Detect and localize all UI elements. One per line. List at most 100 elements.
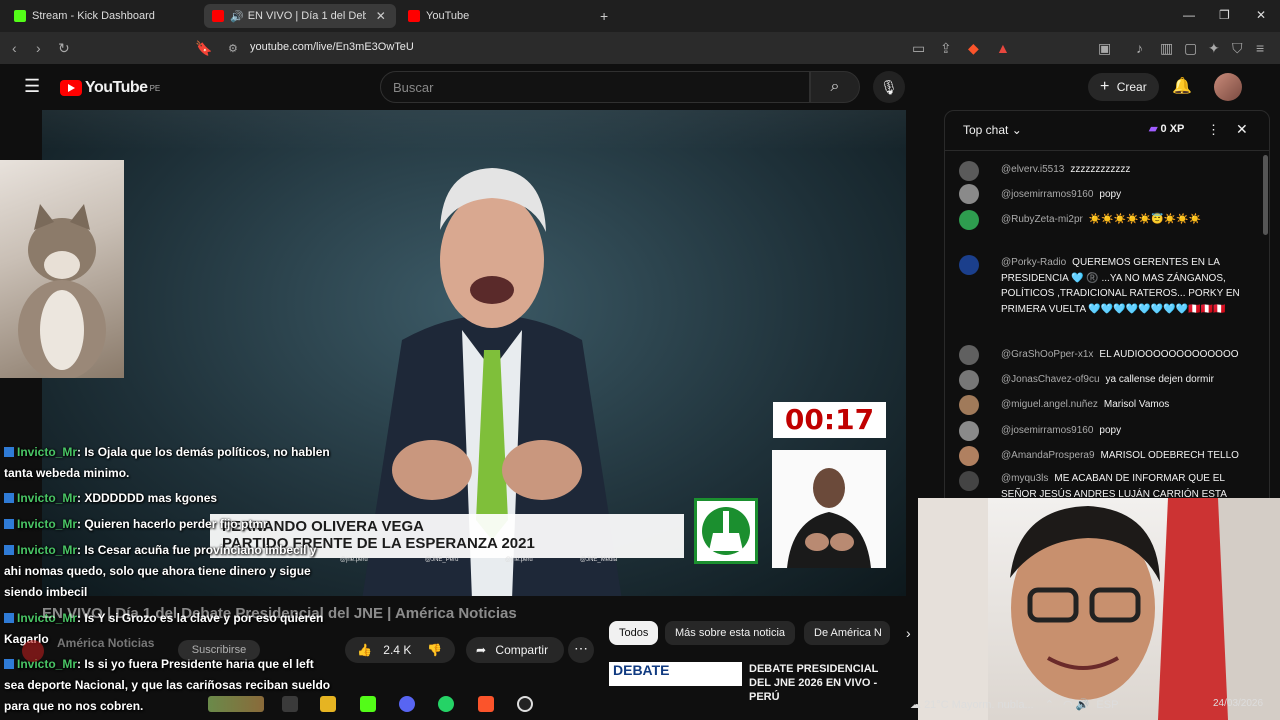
avatar — [959, 345, 979, 365]
voice-search-button[interactable]: 🎙 — [873, 71, 905, 103]
sign-language-interpreter — [772, 450, 886, 568]
taskbar-clock[interactable]: 24/03/2026 — [1213, 698, 1263, 709]
party-logo — [694, 498, 758, 564]
notifications-bell-icon[interactable]: 🔔 — [1172, 76, 1192, 96]
video-title: EN VIVO | Día 1 del Debate Presidencial … — [42, 605, 517, 622]
chip-more-news[interactable]: Más sobre esta noticia — [665, 621, 796, 645]
wifi-icon[interactable]: ◠ — [1063, 699, 1073, 711]
avatar[interactable] — [1214, 73, 1242, 101]
kick-app-icon[interactable] — [360, 696, 376, 712]
handle-youtube: @JNE_Media — [580, 557, 618, 563]
menu-icon[interactable]: ≡ — [1256, 40, 1264, 56]
task-view-icon[interactable] — [282, 696, 298, 712]
vpn-icon[interactable]: ⛉ — [1232, 40, 1243, 57]
hamburger-menu-icon[interactable]: ☰ — [24, 76, 40, 97]
share-label: Compartir — [495, 643, 549, 657]
tab-kick-dashboard[interactable]: Stream - Kick Dashboard — [6, 4, 202, 28]
chat-author[interactable]: @RubyZeta-mi2pr — [1001, 214, 1083, 225]
ai-icon[interactable]: ✦ — [1208, 40, 1220, 57]
share-page-icon[interactable]: ⇪ — [940, 40, 952, 57]
close-window-icon[interactable]: ✕ — [1256, 8, 1266, 22]
channel-avatar[interactable] — [22, 640, 44, 662]
avatar — [959, 210, 979, 230]
search-button[interactable]: ⌕ — [810, 71, 860, 103]
whatsapp-icon[interactable] — [438, 696, 454, 712]
chat-author[interactable]: @AmandaProspera9 — [1001, 450, 1095, 461]
chat-username: Invicto_Mr — [17, 445, 78, 459]
close-tab-icon[interactable]: ✕ — [376, 9, 386, 23]
new-tab-icon[interactable]: + — [600, 8, 608, 24]
tab-youtube-live[interactable]: 🔊 EN VIVO | Día 1 del Deba ✕ — [204, 4, 396, 28]
restore-icon[interactable]: ❐ — [1219, 8, 1230, 22]
audio-playing-icon[interactable]: 🔊 — [230, 10, 244, 23]
microphone-icon: 🎙 — [880, 79, 898, 95]
extension-icon[interactable]: ▣ — [1098, 40, 1111, 57]
file-explorer-icon[interactable] — [320, 696, 336, 712]
chat-mode-dropdown[interactable]: Top chat ⌄ — [963, 123, 1022, 137]
thumbs-up-icon: 👍 — [357, 643, 372, 657]
channel-name[interactable]: América Noticias — [57, 636, 154, 650]
back-icon[interactable]: ‹ — [12, 40, 17, 56]
more-actions-button[interactable]: ⋯ — [568, 637, 594, 663]
brave-browser-icon[interactable] — [478, 696, 494, 712]
share-button[interactable]: ➦ Compartir — [466, 637, 564, 663]
url-field[interactable]: youtube.com/live/En3mE3OwTeU — [250, 41, 414, 53]
chat-scrollbar[interactable] — [1263, 155, 1268, 235]
moderator-badge-icon — [4, 659, 14, 669]
chevron-right-icon[interactable]: › — [906, 625, 911, 641]
tray-chevron-up-icon[interactable]: ⌃ — [1045, 699, 1054, 711]
chat-text: Marisol Vamos — [1103, 399, 1170, 410]
tab-youtube[interactable]: YouTube — [400, 4, 596, 28]
like-button[interactable]: 👍 2.4 K 👎 — [345, 637, 455, 663]
bookmark-icon[interactable]: 🔖 — [195, 40, 212, 57]
chat-author[interactable]: @josemirramos9160 — [1001, 189, 1093, 200]
chat-author[interactable]: @miguel.angel.nuñez — [1001, 399, 1098, 410]
forward-icon[interactable]: › — [36, 40, 41, 56]
weather-text[interactable]: 21°C Mayorm. nubla... — [924, 699, 1034, 711]
share-icon: ➦ — [476, 643, 487, 657]
xp-badge[interactable]: ▰ 0 XP — [1149, 122, 1184, 135]
avatar — [959, 446, 979, 466]
avatar — [959, 161, 979, 181]
discord-icon[interactable] — [399, 696, 415, 712]
youtube-logo[interactable]: YouTube PE — [60, 79, 160, 97]
brave-rewards-icon[interactable]: ▲ — [996, 40, 1010, 56]
chat-author[interactable]: @myqu3ls — [1001, 473, 1048, 484]
search-input[interactable]: Buscar — [380, 71, 810, 103]
brave-shield-icon[interactable]: ◆ — [968, 40, 979, 57]
chip-all[interactable]: Todos — [609, 621, 659, 645]
moderator-badge-icon — [4, 545, 14, 555]
sidebar-icon[interactable]: ▥ — [1160, 40, 1173, 57]
moderator-badge-icon — [4, 519, 14, 529]
chat-author[interactable]: @josemirramos9160 — [1001, 425, 1093, 436]
cast-icon[interactable]: ▭ — [912, 40, 925, 57]
chat-author[interactable]: @Porky-Radio — [1001, 257, 1066, 268]
site-info-icon[interactable]: ⚙ — [228, 42, 238, 55]
handle-x: @JNE_Peru — [425, 557, 459, 563]
wallet-icon[interactable]: ▢ — [1184, 40, 1197, 57]
chip-from-channel[interactable]: De América N — [804, 621, 890, 645]
avatar — [959, 395, 979, 415]
obs-icon[interactable] — [517, 696, 533, 712]
taskbar-thumbnail[interactable] — [208, 696, 264, 712]
chat-author[interactable]: @JonasChavez-of9cu — [1001, 374, 1100, 385]
chat-author[interactable]: @elverv.i5513 — [1001, 164, 1064, 175]
subscribe-button[interactable]: Suscribirse — [178, 640, 260, 660]
volume-icon[interactable]: 🔊 — [1076, 699, 1090, 711]
reload-icon[interactable]: ↻ — [58, 40, 70, 57]
minimize-icon[interactable]: — — [1183, 8, 1195, 22]
live-chat-panel: Top chat ⌄ ▰ 0 XP ⋮ ✕ @elverv.i5513 zzzzz… — [944, 110, 1270, 500]
chat-author[interactable]: @GraShOoPper-x1x — [1001, 349, 1093, 360]
close-chat-icon[interactable]: ✕ — [1236, 121, 1248, 138]
related-video-thumbnail[interactable]: DEBATE — [609, 662, 742, 686]
cat-camera-overlay — [0, 160, 124, 380]
media-icon[interactable]: ♪ — [1136, 40, 1143, 56]
chevron-down-icon: ⌄ — [1011, 123, 1022, 137]
tab-title: EN VIVO | Día 1 del Deba — [247, 10, 366, 22]
language-indicator[interactable]: ESP — [1096, 699, 1118, 711]
create-button[interactable]: + Crear — [1088, 73, 1159, 101]
chat-options-icon[interactable]: ⋮ — [1207, 122, 1220, 138]
chat-text: ☀️☀️☀️☀️☀️😇☀️☀️☀️ — [1088, 214, 1201, 225]
thumbs-down-icon[interactable]: 👎 — [427, 637, 442, 663]
youtube-favicon-icon — [212, 10, 224, 22]
